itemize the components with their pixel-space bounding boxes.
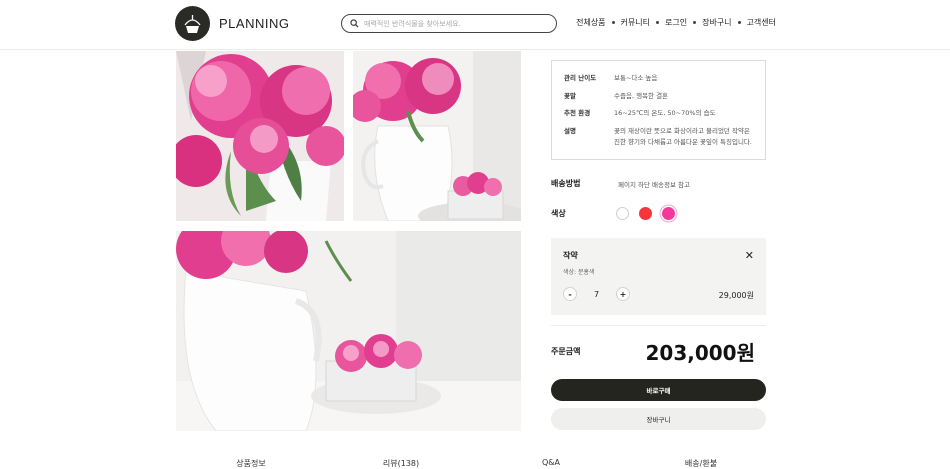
- color-selector: 색상: [551, 207, 685, 220]
- nav-separator: [693, 21, 697, 24]
- nav-separator: [611, 21, 615, 24]
- nav-separator: [656, 21, 659, 24]
- tab-product-info[interactable]: 상품정보: [236, 458, 265, 469]
- product-info-box: 관리 난이도 보통~다소 높음 꽃말 수줍음, 행복한 결혼 추천 환경 16~…: [551, 60, 766, 160]
- nav-all-products[interactable]: 전체상품: [576, 17, 605, 28]
- logo-text: PLANNING: [219, 16, 290, 31]
- nav-customer-center[interactable]: 고객센터: [747, 17, 776, 28]
- option-color: 색상: 분홍색: [563, 269, 595, 276]
- quantity-value[interactable]: 7: [577, 290, 616, 299]
- info-label: 관리 난이도: [564, 74, 597, 82]
- search-icon: [350, 19, 359, 28]
- info-row-environment: 추천 환경 16~25℃의 온도, 50~70%의 습도: [564, 108, 753, 119]
- product-photo-vase[interactable]: [353, 51, 521, 221]
- product-photo-table[interactable]: [176, 231, 521, 431]
- tab-qna[interactable]: Q&A: [542, 458, 560, 467]
- order-total: 주문금액 203,000원: [551, 336, 766, 366]
- info-value: 보통~다소 높음: [614, 74, 658, 82]
- logo[interactable]: PLANNING: [175, 6, 289, 41]
- decrease-quantity-button[interactable]: -: [563, 287, 577, 301]
- nav-community[interactable]: 커뮤니티: [621, 17, 650, 28]
- color-swatch-pink[interactable]: [662, 207, 675, 220]
- quantity-stepper: - 7 +: [563, 287, 630, 301]
- main-nav: 전체상품 커뮤니티 로그인 장바구니 고객센터: [576, 17, 776, 28]
- total-label: 주문금액: [551, 347, 581, 356]
- shipping-value: 페이지 하단 배송정보 참고: [618, 181, 690, 189]
- info-row-flower-language: 꽃말 수줍음, 행복한 결혼: [564, 91, 753, 102]
- buy-now-button[interactable]: 바로구매: [551, 379, 766, 401]
- nav-login[interactable]: 로그인: [665, 17, 687, 28]
- product-tabs: 상품정보 리뷰(138) Q&A 배송/환불: [0, 452, 950, 469]
- tab-reviews[interactable]: 리뷰(138): [383, 458, 419, 469]
- color-swatch-red[interactable]: [639, 207, 652, 220]
- info-value: 꽃의 재상이란 뜻으로 화상이라고 불리었던 작약은 진한 향기와 다채롭고 아…: [614, 126, 752, 146]
- info-label: 설명: [564, 126, 576, 135]
- option-name: 작약: [563, 251, 578, 260]
- total-amount: 203,000원: [645, 341, 756, 365]
- info-label: 꽃말: [564, 91, 576, 100]
- info-row-description: 설명 꽃의 재상이란 뜻으로 화상이라고 불리었던 작약은 진한 향기와 다채롭…: [564, 126, 753, 148]
- divider: [551, 325, 766, 326]
- shipping-label: 배송방법: [551, 179, 581, 188]
- info-row-difficulty: 관리 난이도 보통~다소 높음: [564, 73, 753, 84]
- increase-quantity-button[interactable]: +: [616, 287, 630, 301]
- nav-separator: [737, 21, 741, 24]
- logo-icon: [175, 6, 210, 41]
- shipping-row: 배송방법 페이지 하단 배송정보 참고: [551, 178, 690, 189]
- close-icon[interactable]: ✕: [745, 249, 754, 262]
- search-bar[interactable]: [341, 14, 557, 33]
- site-header: PLANNING 전체상품 커뮤니티 로그인 장바구니 고객센터: [0, 0, 950, 50]
- selected-option-card: 작약 색상: 분홍색 ✕ - 7 + 29,000원: [551, 238, 766, 315]
- product-photo-closeup[interactable]: [176, 51, 344, 221]
- search-input[interactable]: [364, 19, 544, 28]
- color-label: 색상: [551, 209, 566, 218]
- info-value: 16~25℃의 온도, 50~70%의 습도: [614, 109, 716, 117]
- nav-cart[interactable]: 장바구니: [702, 17, 731, 28]
- add-to-cart-button[interactable]: 장바구니: [551, 408, 766, 430]
- info-label: 추천 환경: [564, 109, 591, 117]
- tab-shipping-refund[interactable]: 배송/환불: [685, 458, 717, 469]
- option-price: 29,000원: [718, 291, 754, 300]
- info-value: 수줍음, 행복한 결혼: [614, 91, 669, 100]
- color-swatch-white[interactable]: [616, 207, 629, 220]
